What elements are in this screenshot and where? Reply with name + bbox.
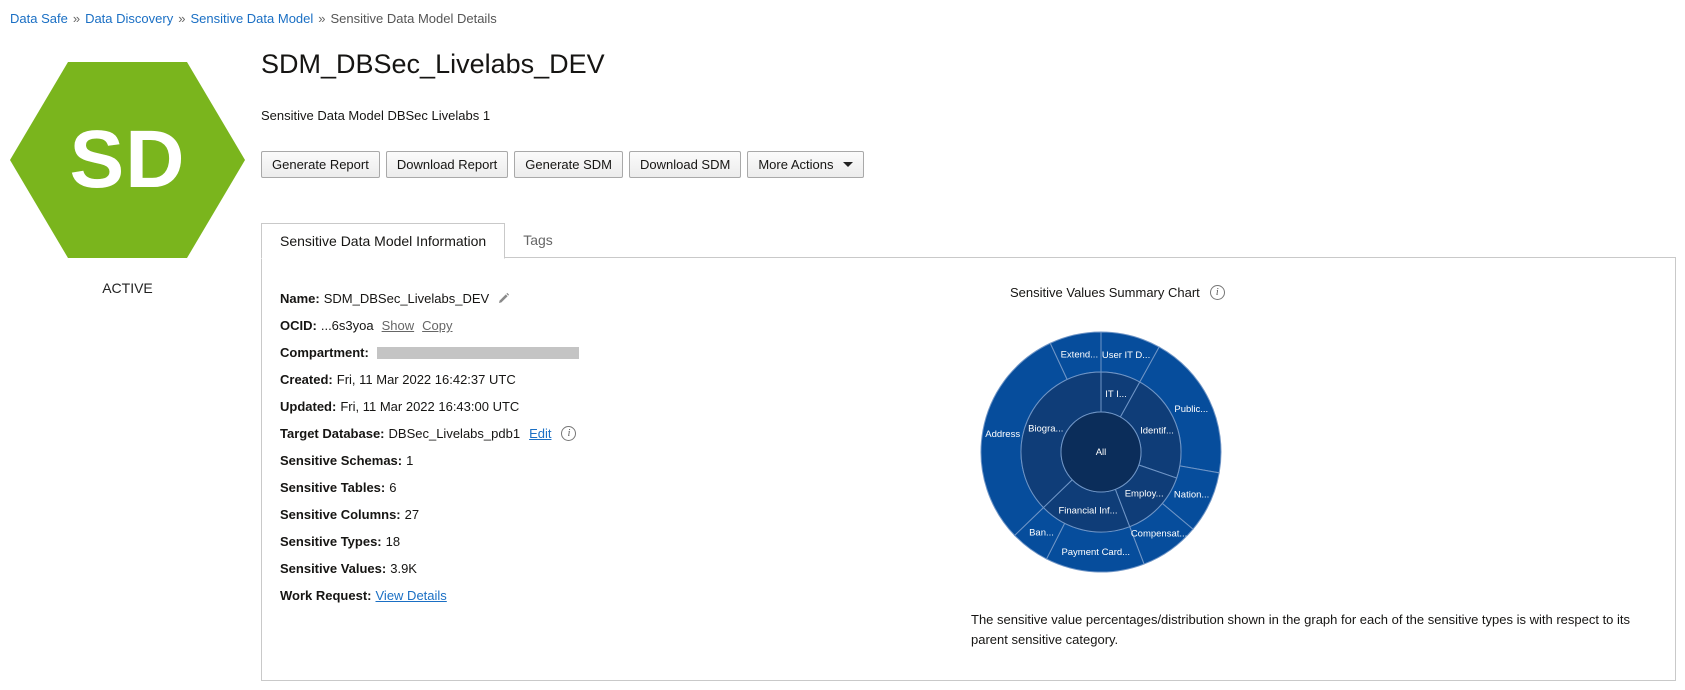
sunburst-category-label: IT I... xyxy=(1105,389,1126,400)
info-label: Target Database: xyxy=(280,426,385,441)
tab-tags[interactable]: Tags xyxy=(505,223,571,258)
action-toolbar: Generate Report Download Report Generate… xyxy=(261,151,865,178)
info-label: Updated: xyxy=(280,399,337,414)
info-row-ocid: OCID: ...6s3yoa Show Copy xyxy=(280,312,579,339)
info-label: OCID: xyxy=(280,318,317,333)
sunburst-category-label: Biogra... xyxy=(1028,424,1063,435)
breadcrumb-separator: » xyxy=(318,11,326,26)
more-actions-label: More Actions xyxy=(758,157,834,172)
page-title: SDM_DBSec_Livelabs_DEV xyxy=(261,49,605,79)
target-database-edit-link[interactable]: Edit xyxy=(529,426,551,441)
info-label: Sensitive Columns: xyxy=(280,507,401,522)
info-row-target-database: Target Database: DBSec_Livelabs_pdb1 Edi… xyxy=(280,420,579,447)
info-label: Created: xyxy=(280,372,333,387)
tab-bar: Sensitive Data Model Information Tags xyxy=(261,223,571,259)
info-label: Name: xyxy=(280,291,320,306)
chart-title-row: Sensitive Values Summary Chart i xyxy=(1010,285,1225,300)
info-value: 18 xyxy=(385,534,401,549)
info-label: Sensitive Types: xyxy=(280,534,382,549)
info-value: 27 xyxy=(404,507,420,522)
info-row-created: Created: Fri, 11 Mar 2022 16:42:37 UTC xyxy=(280,366,579,393)
breadcrumb-current: Sensitive Data Model Details xyxy=(330,11,497,26)
info-row-tables: Sensitive Tables: 6 xyxy=(280,474,579,501)
download-sdm-button[interactable]: Download SDM xyxy=(629,151,742,178)
resource-hexagon-icon: SD xyxy=(10,62,245,258)
info-label: Sensitive Tables: xyxy=(280,480,386,495)
pencil-icon[interactable] xyxy=(497,292,510,305)
sunburst-type-label: Extend... xyxy=(1061,349,1099,360)
sunburst-type-label: Compensat... xyxy=(1131,528,1188,539)
ocid-show-link[interactable]: Show xyxy=(382,318,415,333)
info-row-schemas: Sensitive Schemas: 1 xyxy=(280,447,579,474)
sunburst-type-label: Ban... xyxy=(1029,527,1054,538)
info-row-compartment: Compartment: xyxy=(280,339,579,366)
breadcrumb-data-safe[interactable]: Data Safe xyxy=(10,11,68,26)
breadcrumb-data-discovery[interactable]: Data Discovery xyxy=(85,11,173,26)
info-row-values: Sensitive Values: 3.9K xyxy=(280,555,579,582)
info-row-columns: Sensitive Columns: 27 xyxy=(280,501,579,528)
info-value: ...6s3yoa xyxy=(320,318,374,333)
tab-sdm-information[interactable]: Sensitive Data Model Information xyxy=(261,223,506,259)
download-report-button[interactable]: Download Report xyxy=(385,151,509,178)
info-value: SDM_DBSec_Livelabs_DEV xyxy=(323,291,490,306)
breadcrumb: Data Safe » Data Discovery » Sensitive Data … xyxy=(10,11,497,26)
generate-report-button[interactable]: Generate Report xyxy=(261,151,380,178)
info-icon[interactable]: i xyxy=(1209,285,1225,300)
chevron-down-icon xyxy=(843,162,854,167)
chart-note: The sensitive value percentages/distribu… xyxy=(971,612,1631,647)
info-row-types: Sensitive Types: 18 xyxy=(280,528,579,555)
sunburst-type-label: Payment Card... xyxy=(1061,547,1130,558)
info-list: Name: SDM_DBSec_Livelabs_DEV OCID: ...6s… xyxy=(280,285,579,609)
resource-initials: SD xyxy=(69,114,186,205)
generate-sdm-button[interactable]: Generate SDM xyxy=(514,151,623,178)
sunburst-type-label: Public... xyxy=(1174,404,1208,415)
sunburst-category-label: Employ... xyxy=(1125,489,1164,500)
chart-title: Sensitive Values Summary Chart xyxy=(1010,285,1200,300)
resource-status: ACTIVE xyxy=(102,280,153,296)
sunburst-category-label: Financial Inf... xyxy=(1058,506,1117,517)
view-details-link[interactable]: View Details xyxy=(376,588,447,603)
info-label: Sensitive Values: xyxy=(280,561,387,576)
sunburst-center-label: All xyxy=(1096,447,1107,458)
breadcrumb-separator: » xyxy=(178,11,186,26)
sunburst-chart: All IT I... Identif... Employ... Financial I… xyxy=(980,331,1222,573)
sunburst-category-label: Identif... xyxy=(1140,425,1174,436)
info-row-work-request: Work Request: View Details xyxy=(280,582,579,609)
info-value: 6 xyxy=(389,480,397,495)
info-icon[interactable]: i xyxy=(561,426,577,441)
info-value: 3.9K xyxy=(390,561,417,576)
info-value: DBSec_Livelabs_pdb1 xyxy=(388,426,521,441)
sunburst-type-label: Address xyxy=(985,429,1020,440)
info-row-name: Name: SDM_DBSec_Livelabs_DEV xyxy=(280,285,579,312)
breadcrumb-separator: » xyxy=(72,11,81,26)
info-panel: Name: SDM_DBSec_Livelabs_DEV OCID: ...6s… xyxy=(261,257,1676,681)
info-value: Fri, 11 Mar 2022 16:43:00 UTC xyxy=(340,399,520,414)
info-label: Compartment: xyxy=(280,345,369,360)
info-value: Fri, 11 Mar 2022 16:42:37 UTC xyxy=(336,372,516,387)
info-label: Work Request: xyxy=(280,588,372,603)
sunburst-type-label: Nation... xyxy=(1174,489,1209,500)
sunburst-type-label: User IT D... xyxy=(1102,350,1150,361)
page-description: Sensitive Data Model DBSec Livelabs 1 xyxy=(261,108,491,123)
breadcrumb-sensitive-data-model[interactable]: Sensitive Data Model xyxy=(190,11,313,26)
redacted-value xyxy=(376,346,579,359)
info-row-updated: Updated: Fri, 11 Mar 2022 16:43:00 UTC xyxy=(280,393,579,420)
more-actions-button[interactable]: More Actions xyxy=(747,151,865,178)
ocid-copy-link[interactable]: Copy xyxy=(422,318,452,333)
info-value: 1 xyxy=(406,453,414,468)
info-label: Sensitive Schemas: xyxy=(280,453,403,468)
